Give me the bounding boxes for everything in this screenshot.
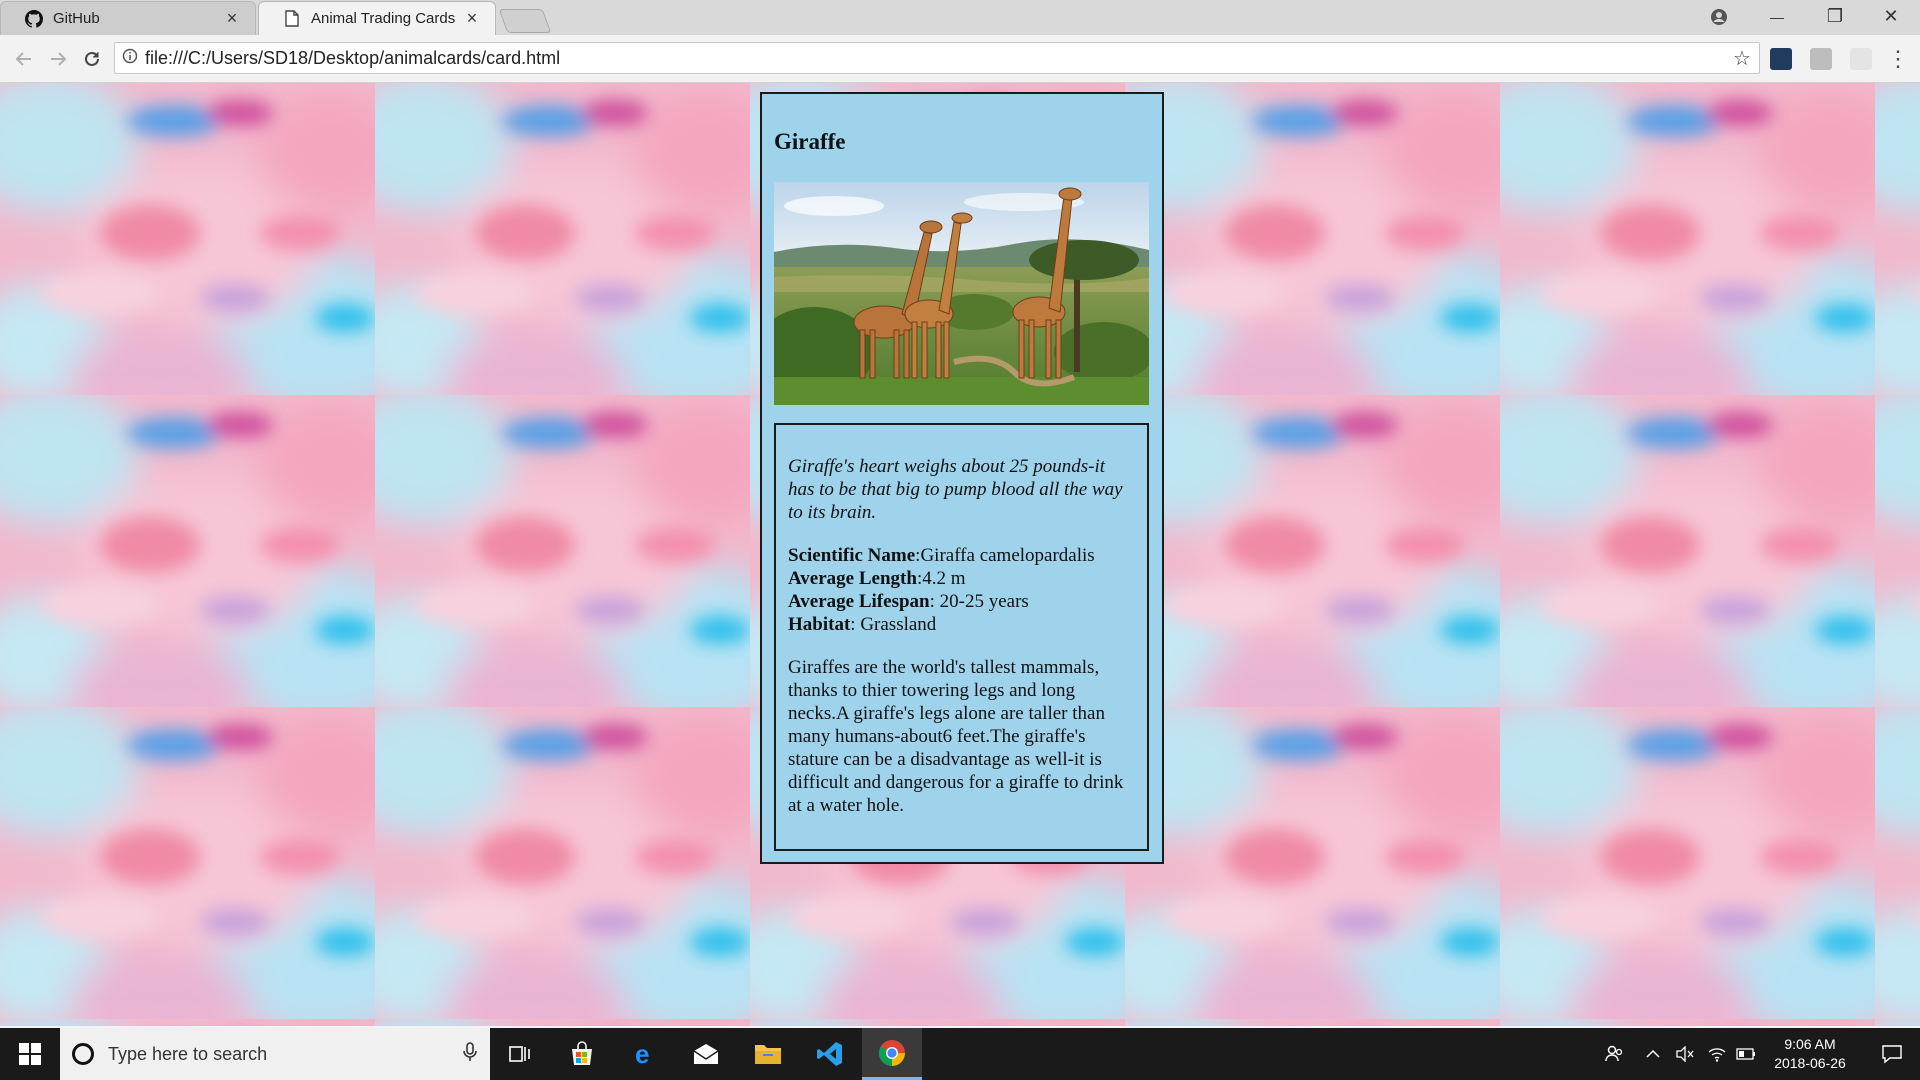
tab-animal-trading-cards[interactable]: Animal Trading Cards ×: [258, 1, 496, 35]
reload-icon[interactable]: [78, 45, 106, 73]
profile-icon[interactable]: [1690, 0, 1748, 33]
stat-label: Average Lifespan: [788, 591, 930, 612]
windows-taskbar: Type here to search e 9:06 AM 2018-06-26: [0, 1028, 1920, 1080]
animal-name: Giraffe: [774, 129, 846, 154]
fun-fact: Giraffe's heart weighs about 25 pounds-i…: [788, 456, 1123, 523]
info-box: Giraffe's heart weighs about 25 pounds-i…: [774, 423, 1149, 851]
stat-value: 4.2 m: [922, 568, 966, 589]
stat-label: Average Length: [788, 568, 917, 589]
close-tab-icon[interactable]: ×: [463, 8, 481, 29]
search-placeholder[interactable]: Type here to search: [108, 1044, 450, 1065]
giraffe-image: [774, 182, 1149, 405]
page-icon: [283, 10, 301, 28]
tab-label: Animal Trading Cards: [311, 10, 456, 27]
new-tab-button[interactable]: [498, 9, 552, 33]
stat-separator: :: [929, 591, 940, 612]
task-view-icon[interactable]: [490, 1028, 550, 1080]
chevron-up-icon[interactable]: [1638, 1028, 1668, 1080]
extension-icon[interactable]: [1810, 48, 1832, 70]
address-bar[interactable]: file:///C:/Users/SD18/Desktop/animalcard…: [114, 42, 1760, 74]
vscode-icon[interactable]: [800, 1028, 860, 1080]
stat-value: Giraffa camelopardalis: [920, 545, 1095, 566]
wifi-icon[interactable]: [1702, 1028, 1732, 1080]
tab-label: GitHub: [53, 10, 100, 27]
edge-icon[interactable]: e: [614, 1028, 674, 1080]
url-text[interactable]: file:///C:/Users/SD18/Desktop/animalcard…: [145, 48, 1725, 69]
close-tab-icon[interactable]: ×: [223, 8, 241, 29]
forward-icon[interactable]: [44, 45, 72, 73]
stat-label: Habitat: [788, 614, 851, 635]
tab-github[interactable]: GitHub ×: [0, 1, 256, 35]
battery-icon[interactable]: [1732, 1028, 1760, 1080]
svg-text:e: e: [635, 1041, 649, 1067]
stat-label: Scientific Name: [788, 545, 916, 566]
clock-date: 2018-06-26: [1774, 1055, 1846, 1071]
close-window-button[interactable]: ✕: [1862, 0, 1920, 33]
stat-separator: :: [850, 614, 861, 635]
browser-toolbar: file:///C:/Users/SD18/Desktop/animalcard…: [0, 35, 1920, 83]
windows-start-icon[interactable]: [0, 1028, 60, 1080]
extension-u-icon[interactable]: [1770, 48, 1792, 70]
clock-time: 9:06 AM: [1784, 1036, 1836, 1052]
system-clock[interactable]: 9:06 AM 2018-06-26: [1760, 1035, 1860, 1073]
stat-value: 20-25 years: [939, 591, 1029, 612]
back-icon[interactable]: [10, 45, 38, 73]
bookmark-star-icon[interactable]: ☆: [1725, 46, 1759, 71]
animal-card: Giraffe Giraffe's heart weighs about 25 …: [760, 92, 1164, 864]
microphone-icon[interactable]: [450, 1041, 490, 1067]
maximize-button[interactable]: ❐: [1806, 0, 1864, 33]
tab-strip: GitHub × Animal Trading Cards × — ❐ ✕: [0, 0, 1920, 35]
people-icon[interactable]: [1596, 1028, 1632, 1080]
cortana-icon: [72, 1043, 94, 1065]
action-center-icon[interactable]: [1864, 1028, 1920, 1080]
description: Giraffes are the world's tallest mammals…: [788, 657, 1124, 816]
mail-icon[interactable]: [676, 1028, 736, 1080]
stat-value: Grassland: [860, 614, 937, 635]
taskbar-search[interactable]: Type here to search: [60, 1028, 490, 1080]
file-explorer-icon[interactable]: [738, 1028, 798, 1080]
store-icon[interactable]: [552, 1028, 612, 1080]
menu-icon[interactable]: ⋮: [1884, 45, 1912, 73]
info-icon[interactable]: [115, 48, 145, 68]
page-viewport: Giraffe Giraffe's heart weighs about 25 …: [0, 83, 1920, 1026]
chrome-icon[interactable]: [862, 1028, 922, 1080]
minimize-button[interactable]: —: [1748, 0, 1806, 33]
extension-icon[interactable]: [1850, 48, 1872, 70]
github-icon: [25, 9, 43, 28]
volume-muted-icon[interactable]: [1670, 1028, 1700, 1080]
stats-list: Scientific Name: Giraffa camelopardalis A…: [788, 544, 1133, 636]
